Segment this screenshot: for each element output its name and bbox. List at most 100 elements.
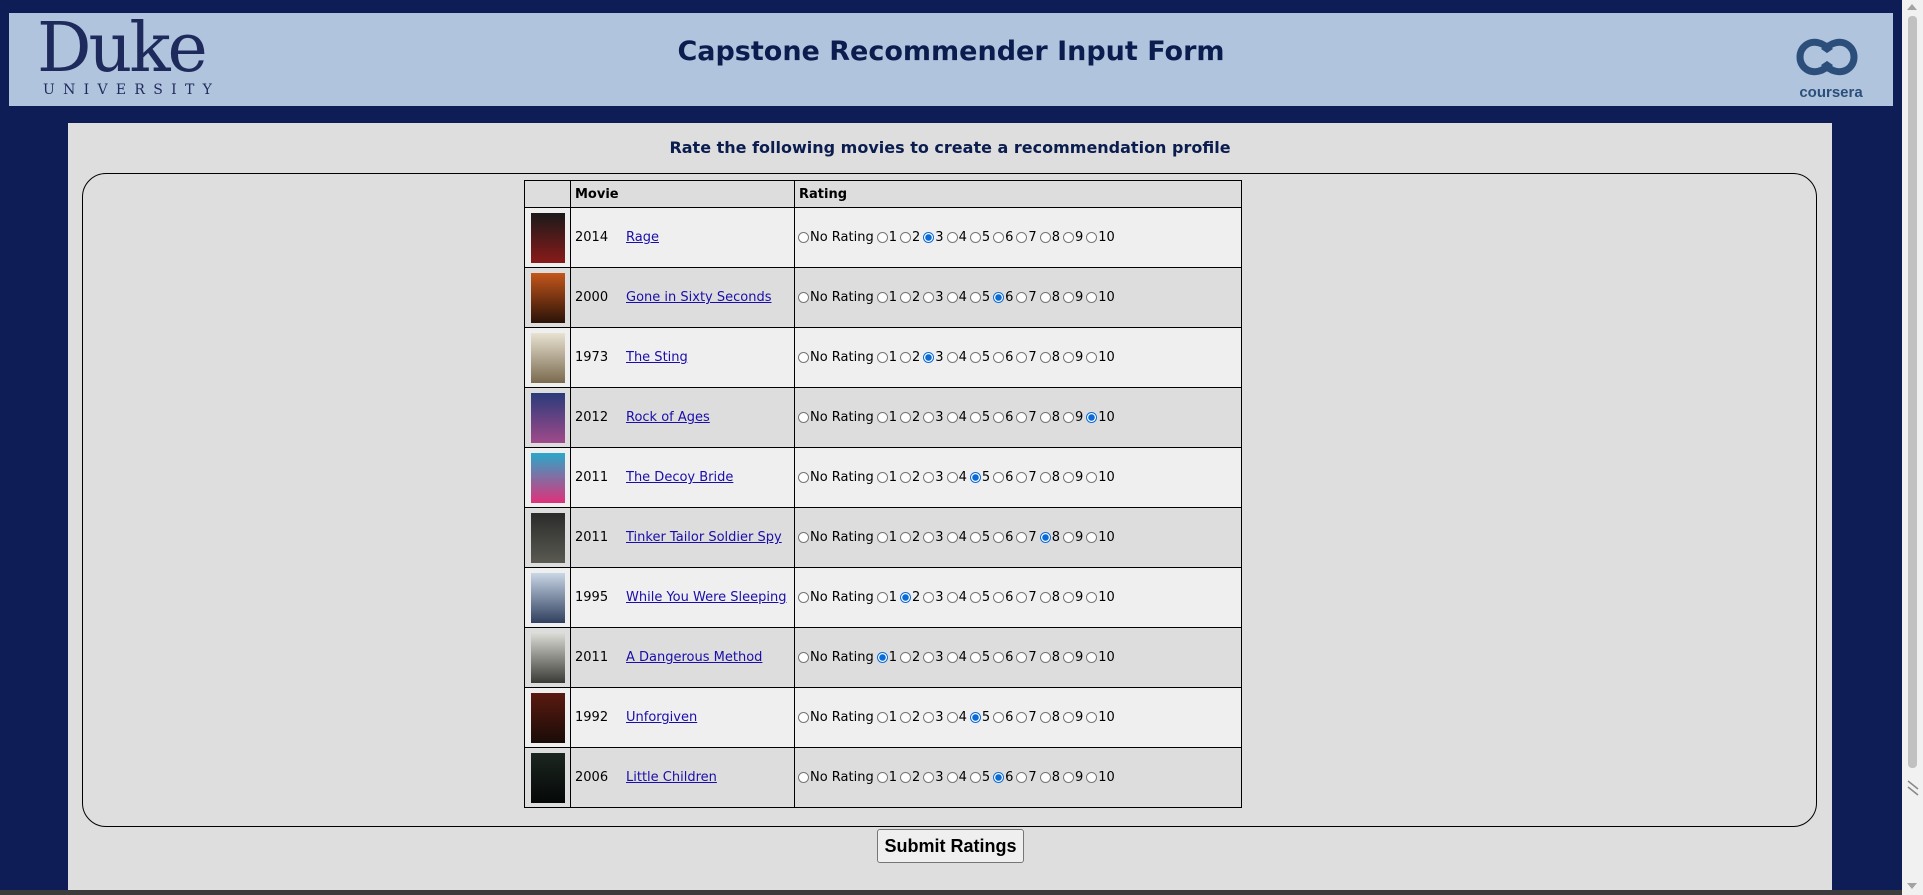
rating-option[interactable]: 9 — [1062, 230, 1083, 245]
rating-option[interactable]: 2 — [900, 590, 920, 605]
rating-radio[interactable] — [1039, 292, 1051, 303]
rating-option[interactable]: 5 — [969, 650, 990, 665]
rating-radio[interactable] — [1086, 232, 1098, 243]
rating-option[interactable]: 2 — [900, 470, 920, 485]
rating-option[interactable]: 4 — [946, 530, 967, 545]
rating-option[interactable]: 4 — [946, 410, 967, 425]
rating-radio[interactable] — [946, 592, 958, 603]
rating-radio[interactable] — [1039, 592, 1051, 603]
rating-radio[interactable] — [1062, 592, 1074, 603]
rating-option[interactable]: 3 — [923, 650, 944, 665]
rating-radio[interactable] — [900, 412, 912, 423]
rating-option[interactable]: 9 — [1062, 290, 1083, 305]
rating-option[interactable]: 8 — [1039, 770, 1060, 785]
rating-radio[interactable] — [900, 712, 912, 723]
rating-radio[interactable] — [946, 532, 958, 543]
rating-option[interactable]: 9 — [1062, 770, 1083, 785]
rating-radio[interactable] — [1062, 292, 1074, 303]
rating-option[interactable]: 9 — [1062, 350, 1083, 365]
rating-option[interactable]: 7 — [1016, 590, 1037, 605]
rating-option[interactable]: 10 — [1086, 590, 1115, 605]
rating-option[interactable]: 8 — [1039, 290, 1060, 305]
rating-radio[interactable] — [900, 772, 912, 783]
rating-option[interactable]: 10 — [1086, 530, 1115, 545]
rating-option[interactable]: No Rating — [798, 290, 874, 305]
rating-option[interactable]: 10 — [1086, 470, 1115, 485]
rating-option[interactable]: 2 — [900, 530, 920, 545]
rating-option[interactable]: 8 — [1039, 350, 1060, 365]
scroll-down-arrow-icon[interactable] — [1907, 883, 1917, 889]
rating-option[interactable]: 9 — [1062, 530, 1083, 545]
rating-radio[interactable] — [1039, 232, 1051, 243]
rating-radio[interactable] — [946, 352, 958, 363]
rating-radio[interactable] — [1016, 352, 1028, 363]
rating-radio[interactable] — [1016, 592, 1028, 603]
rating-radio[interactable] — [1062, 352, 1074, 363]
rating-option[interactable]: 5 — [969, 350, 990, 365]
rating-option[interactable]: 5 — [969, 470, 990, 485]
rating-radio[interactable] — [1086, 772, 1098, 783]
rating-option[interactable]: 4 — [946, 230, 967, 245]
rating-radio[interactable] — [1086, 532, 1098, 543]
rating-option[interactable]: 6 — [993, 470, 1013, 485]
rating-radio[interactable] — [969, 472, 981, 483]
rating-option[interactable]: 2 — [900, 410, 920, 425]
rating-option[interactable]: 8 — [1039, 590, 1060, 605]
rating-radio[interactable] — [946, 652, 958, 663]
rating-radio[interactable] — [900, 532, 912, 543]
rating-option[interactable]: 9 — [1062, 590, 1083, 605]
rating-option[interactable]: 8 — [1039, 230, 1060, 245]
rating-radio[interactable] — [993, 712, 1005, 723]
rating-option[interactable]: 7 — [1016, 410, 1037, 425]
rating-radio[interactable] — [798, 232, 809, 243]
rating-radio[interactable] — [993, 772, 1005, 783]
rating-option[interactable]: 4 — [946, 650, 967, 665]
rating-radio[interactable] — [993, 532, 1005, 543]
rating-option[interactable]: 5 — [969, 590, 990, 605]
rating-option[interactable]: 8 — [1039, 410, 1060, 425]
rating-option[interactable]: 2 — [900, 230, 920, 245]
rating-option[interactable]: 6 — [993, 530, 1013, 545]
rating-radio[interactable] — [969, 712, 981, 723]
rating-radio[interactable] — [876, 712, 888, 723]
rating-radio[interactable] — [1016, 472, 1028, 483]
rating-radio[interactable] — [798, 712, 809, 723]
rating-option[interactable]: 6 — [993, 410, 1013, 425]
rating-radio[interactable] — [1086, 472, 1098, 483]
rating-radio[interactable] — [923, 292, 935, 303]
movie-title-link[interactable]: Rage — [626, 230, 659, 245]
rating-option[interactable]: No Rating — [798, 470, 874, 485]
rating-option[interactable]: 1 — [876, 650, 897, 665]
rating-option[interactable]: 5 — [969, 230, 990, 245]
rating-radio[interactable] — [993, 292, 1005, 303]
rating-option[interactable]: 8 — [1039, 530, 1060, 545]
rating-option[interactable]: No Rating — [798, 650, 874, 665]
rating-radio[interactable] — [900, 652, 912, 663]
rating-option[interactable]: 3 — [923, 710, 944, 725]
rating-radio[interactable] — [969, 772, 981, 783]
rating-radio[interactable] — [946, 472, 958, 483]
rating-radio[interactable] — [1016, 412, 1028, 423]
rating-radio[interactable] — [1062, 652, 1074, 663]
rating-radio[interactable] — [946, 292, 958, 303]
rating-option[interactable]: No Rating — [798, 410, 874, 425]
rating-option[interactable]: 3 — [923, 410, 944, 425]
rating-radio[interactable] — [946, 772, 958, 783]
rating-radio[interactable] — [993, 592, 1005, 603]
movie-title-link[interactable]: The Decoy Bride — [626, 470, 733, 485]
rating-option[interactable]: 3 — [923, 590, 944, 605]
rating-radio[interactable] — [1016, 292, 1028, 303]
rating-radio[interactable] — [1039, 412, 1051, 423]
rating-radio[interactable] — [1039, 652, 1051, 663]
rating-radio[interactable] — [1086, 412, 1098, 423]
rating-radio[interactable] — [900, 472, 912, 483]
rating-radio[interactable] — [1039, 532, 1051, 543]
rating-option[interactable]: 9 — [1062, 470, 1083, 485]
rating-option[interactable]: 4 — [946, 710, 967, 725]
rating-radio[interactable] — [923, 772, 935, 783]
scrollbar-thumb[interactable] — [1908, 16, 1917, 768]
rating-radio[interactable] — [876, 592, 888, 603]
rating-option[interactable]: 5 — [969, 770, 990, 785]
rating-radio[interactable] — [798, 772, 809, 783]
rating-option[interactable]: 1 — [876, 410, 897, 425]
